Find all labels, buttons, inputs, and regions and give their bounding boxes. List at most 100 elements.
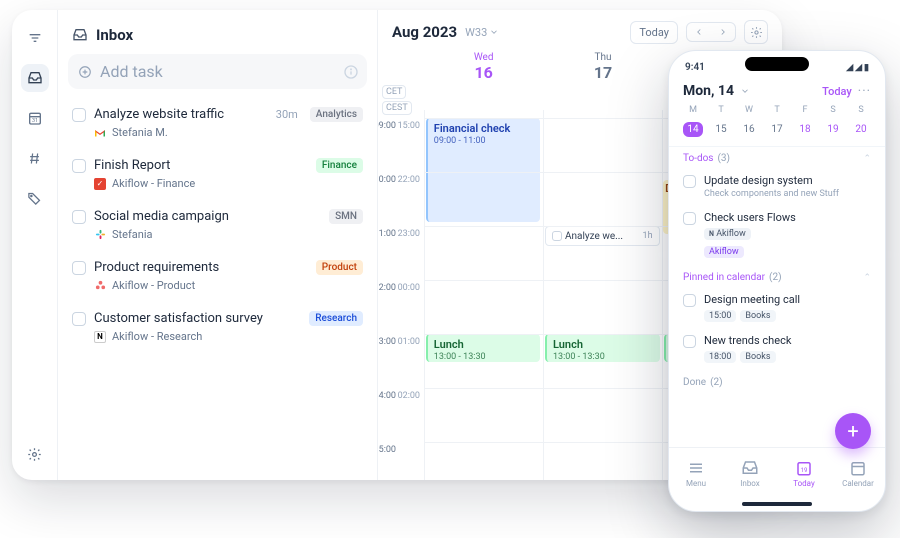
tag-icon[interactable]: [21, 184, 49, 212]
home-indicator: [742, 502, 812, 506]
inbox-task[interactable]: Product requirements Product Akiflow - P…: [68, 252, 367, 303]
mobile-body[interactable]: To-dos (3) ⌃ Update design system Check …: [669, 147, 885, 447]
mobile-task[interactable]: Design meeting call 15:00 Books: [683, 289, 871, 330]
weeknum-row: 14151617181920: [669, 121, 885, 147]
event-lunch-thu[interactable]: Lunch 13:00 - 13:30: [545, 334, 660, 362]
week-day-pick[interactable]: 15: [707, 121, 735, 138]
week-nav: [686, 22, 736, 42]
calendar-day[interactable]: Thu17: [543, 52, 662, 82]
task-tag: Research: [309, 311, 363, 326]
task-source: Akiflow - Finance: [112, 177, 195, 190]
tab-menu[interactable]: Menu: [669, 448, 723, 499]
plus-icon: [78, 65, 92, 79]
timezone-column: CET CEST 09:0015:0010:0022:0011:0023:001…: [378, 82, 424, 480]
calendar-month: Aug 2023: [392, 23, 457, 41]
svg-text:31: 31: [32, 118, 38, 124]
prev-week[interactable]: [687, 23, 711, 41]
inbox-title-row: Inbox: [68, 22, 367, 54]
chevron-up-icon: ⌃: [863, 154, 871, 164]
calendar-week[interactable]: W33: [465, 26, 499, 39]
signal-icon: ◢: [846, 63, 853, 73]
inbox-task[interactable]: Analyze website traffic 30m Analytics St…: [68, 99, 367, 150]
task-source: Akiflow - Product: [112, 279, 195, 292]
next-week[interactable]: [711, 23, 735, 41]
calendar-day[interactable]: Wed16: [424, 52, 543, 82]
tag-chip: Akiflow: [704, 246, 744, 258]
inbox-icon: [72, 27, 88, 43]
week-day-pick[interactable]: 20: [847, 121, 875, 138]
task-title: Customer satisfaction survey: [94, 311, 301, 326]
wifi-icon: ◢: [855, 63, 862, 73]
task-checkbox[interactable]: [72, 159, 86, 173]
mobile-task[interactable]: New trends check 18:00 Books: [683, 330, 871, 371]
inbox-nav-icon[interactable]: [21, 64, 49, 92]
task-list: Analyze website traffic 30m Analytics St…: [68, 99, 367, 354]
week-day-pick[interactable]: 14: [679, 121, 707, 138]
more-icon[interactable]: ···: [858, 84, 871, 99]
task-checkbox[interactable]: [72, 312, 86, 326]
weekday-row: MTWTFSS: [669, 105, 885, 121]
task-duration: 30m: [276, 108, 298, 121]
inbox-task[interactable]: Customer satisfaction survey Research N …: [68, 303, 367, 354]
add-task-input[interactable]: Add task: [68, 54, 367, 89]
task-title: Social media campaign: [94, 209, 321, 224]
inbox-task[interactable]: Finish Report Finance ✓ Akiflow - Financ…: [68, 150, 367, 201]
tab-inbox[interactable]: Inbox: [723, 448, 777, 499]
calendar-nav-icon[interactable]: 31: [21, 104, 49, 132]
week-day-pick[interactable]: 17: [763, 121, 791, 138]
event-lunch-wed[interactable]: Lunch 13:00 - 13:30: [426, 334, 541, 362]
desktop-app: 31 Inbox Add task: [12, 10, 782, 480]
week-day-pick[interactable]: 19: [819, 121, 847, 138]
tab-today[interactable]: 19Today: [777, 448, 831, 499]
task-title: Finish Report: [94, 158, 308, 173]
task-source: Akiflow - Research: [112, 330, 202, 343]
section-todos[interactable]: To-dos (3) ⌃: [683, 147, 871, 170]
info-icon[interactable]: [343, 64, 359, 80]
chevron-up-icon: ⌃: [863, 273, 871, 283]
task-checkbox[interactable]: [683, 335, 696, 348]
filter-icon[interactable]: [21, 24, 49, 52]
tab-calendar[interactable]: Calendar: [831, 448, 885, 499]
hash-icon[interactable]: [21, 144, 49, 172]
calendar-settings[interactable]: [744, 20, 768, 44]
task-source: Stefania M.: [112, 126, 168, 139]
mobile-today-link[interactable]: Today: [822, 85, 852, 98]
mobile-date[interactable]: Mon, 14: [683, 83, 734, 99]
task-checkbox[interactable]: [683, 294, 696, 307]
today-button[interactable]: Today: [630, 21, 678, 44]
status-icons: ◢◢▮: [846, 63, 869, 73]
fab-add[interactable]: +: [835, 413, 871, 449]
event-financial-check[interactable]: Financial check 09:00 - 11:00: [426, 118, 541, 222]
mobile-tabbar: MenuInbox19TodayCalendar: [669, 447, 885, 499]
task-checkbox[interactable]: [72, 261, 86, 275]
task-tag: SMN: [329, 209, 363, 224]
inbox-task[interactable]: Social media campaign SMN Stefania: [68, 201, 367, 252]
section-done[interactable]: Done (2): [683, 371, 871, 394]
task-title: Product requirements: [94, 260, 308, 275]
inbox-panel: Inbox Add task Analyze website traffic 3…: [58, 10, 378, 480]
section-pinned[interactable]: Pinned in calendar (2) ⌃: [683, 266, 871, 289]
calendar-header: Aug 2023 W33 Today: [378, 10, 782, 52]
task-checkbox[interactable]: [72, 108, 86, 122]
event-analyze[interactable]: Analyze we... 1h: [545, 226, 660, 246]
mobile-header: Mon, 14 Today ···: [669, 75, 885, 105]
source-chip: N Akiflow: [704, 228, 751, 240]
task-source: Stefania: [112, 228, 153, 241]
task-checkbox[interactable]: [72, 210, 86, 224]
mobile-task[interactable]: Update design system Check components an…: [683, 170, 871, 207]
status-time: 9:41: [685, 62, 705, 73]
task-tag: Analytics: [310, 107, 363, 122]
inbox-title: Inbox: [96, 26, 133, 44]
task-checkbox[interactable]: [683, 175, 696, 188]
chevron-down-icon[interactable]: [740, 86, 750, 96]
week-day-pick[interactable]: 18: [791, 121, 819, 138]
week-day-pick[interactable]: 16: [735, 121, 763, 138]
notch: [745, 57, 809, 71]
settings-icon[interactable]: [21, 440, 49, 468]
event-checkbox[interactable]: [552, 231, 562, 241]
task-title: Analyze website traffic: [94, 107, 268, 122]
mobile-task[interactable]: Check users Flows N Akiflow Akiflow: [683, 207, 871, 266]
task-checkbox[interactable]: [683, 212, 696, 225]
battery-icon: ▮: [864, 63, 869, 73]
status-bar: 9:41 ◢◢▮: [669, 51, 885, 75]
